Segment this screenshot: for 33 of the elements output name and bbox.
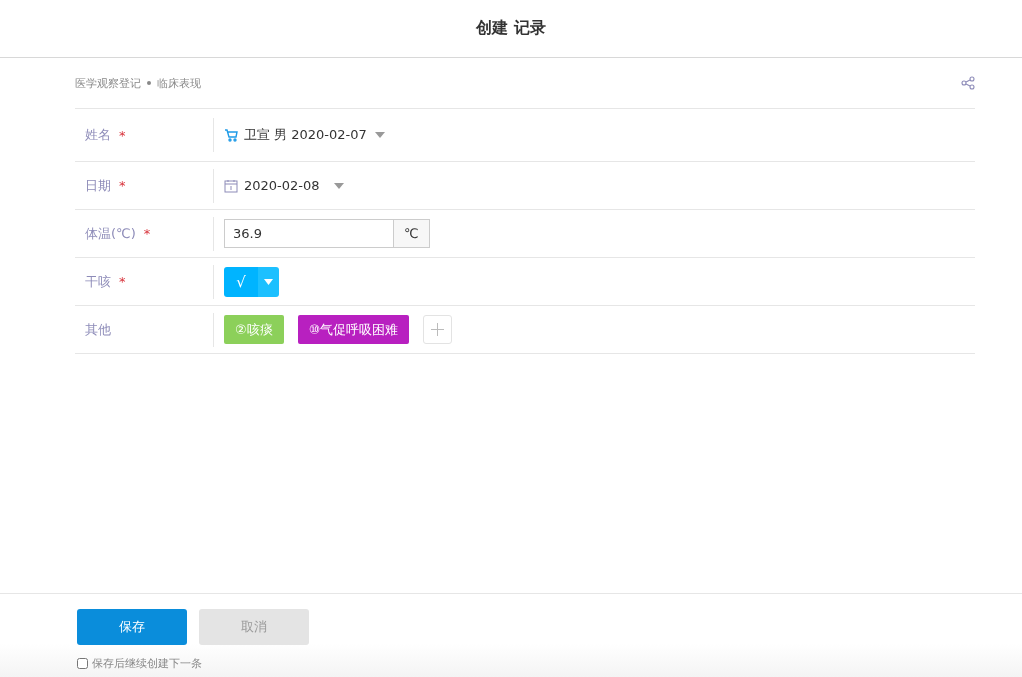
dropdown-button[interactable] (258, 266, 279, 297)
calendar-icon (224, 178, 238, 193)
field-label: 其他 (85, 320, 111, 339)
checkbox[interactable] (77, 658, 88, 669)
cart-icon (224, 128, 238, 142)
plus-icon (431, 323, 445, 336)
breadcrumb-item[interactable]: 临床表现 (157, 75, 201, 91)
save-button[interactable]: 保存 (77, 609, 187, 645)
field-label: 干咳 (85, 272, 111, 291)
field-value: 2020-02-08 (244, 178, 320, 193)
separator-dot (147, 81, 151, 85)
field-value: 卫宣 男 2020-02-07 (244, 126, 367, 144)
field-label: 姓名 (85, 126, 111, 144)
caret-icon[interactable] (374, 132, 385, 138)
cancel-button[interactable]: 取消 (199, 609, 309, 645)
check-button[interactable]: √ (224, 266, 258, 297)
tag: ⑩气促呼吸困难 (297, 315, 410, 344)
caret-icon[interactable] (333, 182, 344, 189)
field-label: 日期 (85, 176, 111, 195)
required-asterisk: * (119, 178, 126, 193)
page-title: 创建 记录 (476, 18, 546, 39)
unit-label: ℃ (394, 219, 430, 248)
share-icon[interactable] (961, 76, 975, 90)
required-asterisk: * (119, 274, 126, 289)
required-asterisk: * (143, 226, 151, 241)
input-field[interactable]: 36.9 (224, 219, 394, 248)
checkbox-label: 保存后继续创建下一条 (92, 656, 202, 671)
tag: ②咳痰 (224, 315, 284, 344)
breadcrumb-item[interactable]: 医学观察登记 (75, 75, 141, 91)
caret-icon (264, 278, 273, 285)
add-button[interactable] (423, 315, 453, 344)
required-asterisk: * (119, 127, 126, 143)
field-label: 体温(℃) (85, 224, 136, 243)
